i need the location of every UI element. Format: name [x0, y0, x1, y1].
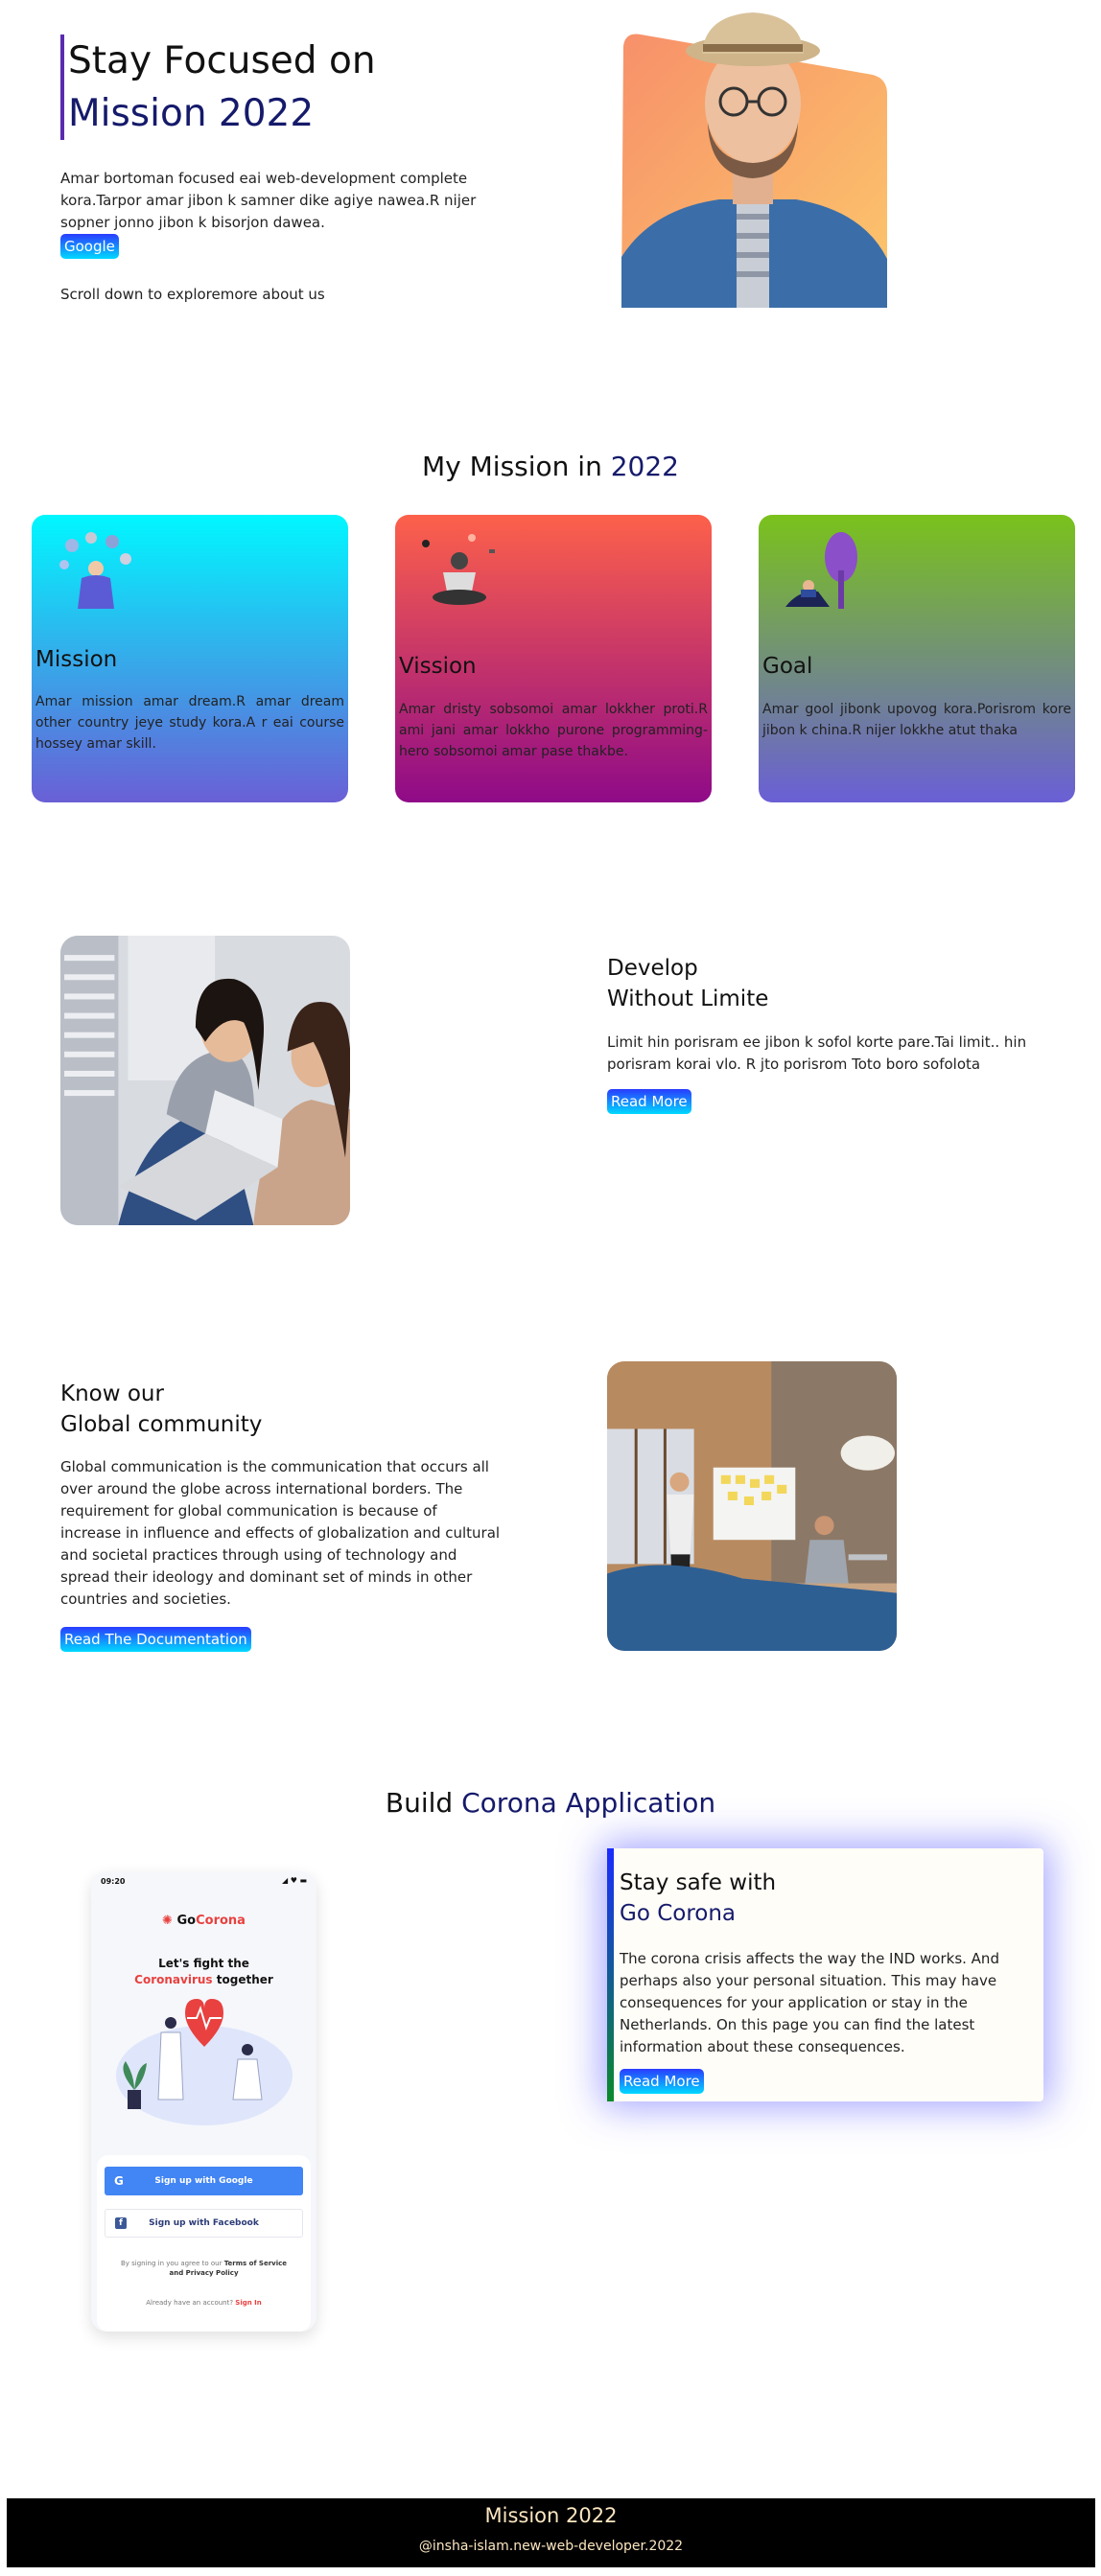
phone-headline-red: Coronavirus	[134, 1973, 213, 1986]
page: Stay Focused on Mission 2022 Amar bortom…	[0, 0, 1101, 2576]
reading-person-illustration	[785, 532, 857, 609]
footer: Mission 2022 @insha-islam.new-web-develo…	[7, 2498, 1095, 2567]
account-text: Already have an account?	[146, 2299, 236, 2307]
corona-heading-text: Build	[385, 1787, 462, 1819]
develop-text: Limit hin porisram ee jibon k sofol kort…	[607, 1033, 1027, 1073]
facebook-signup-button[interactable]: f Sign up with Facebook	[105, 2209, 303, 2238]
google-icon: G	[114, 2174, 124, 2188]
facebook-icon: f	[115, 2217, 127, 2229]
vision-card-text: Amar dristy sobsomoi amar lokkher proti.…	[399, 702, 708, 759]
gocorona-logo: ✺ GoCorona	[91, 1914, 316, 1928]
mission-card: Mission Amar mission amar dream.R amar d…	[32, 515, 348, 802]
sign-in-link[interactable]: Sign In	[235, 2299, 261, 2307]
goal-card-title: Goal	[762, 654, 813, 679]
signup-panel: G Sign up with Google f Sign up with Fac…	[97, 2155, 311, 2332]
community-text: Global communication is the communicatio…	[60, 1458, 501, 1608]
google-button[interactable]: Google	[60, 234, 119, 259]
stay-safe-card: Stay safe with Go Corona The corona cris…	[607, 1848, 1043, 2101]
mission-heading-text: My Mission in	[422, 451, 611, 482]
sign-in-row: Already have an account? Sign In	[97, 2299, 311, 2307]
develop-title: Develop Without Limite	[607, 953, 768, 1014]
corona-heading-accent: Corona Application	[461, 1787, 716, 1819]
stay-safe-read-more-button[interactable]: Read More	[620, 2069, 704, 2094]
laptop-women-photo	[60, 936, 350, 1225]
google-signup-label: Sign up with Google	[154, 2176, 253, 2186]
stay-safe-title-line1: Stay safe with	[620, 1870, 777, 1895]
community-title: Know our Global community	[60, 1379, 262, 1440]
footer-title: Mission 2022	[484, 2504, 618, 2527]
mission-heading-year: 2022	[610, 451, 679, 482]
develop-title-line2: Without Limite	[607, 986, 769, 1011]
hero-portrait-image	[621, 12, 887, 308]
card-accent-bar	[607, 1848, 614, 2101]
status-icons: ◢ ♥ ▬	[282, 1876, 307, 1885]
hero-description: Amar bortoman focused eai web-developmen…	[60, 170, 477, 231]
brand-corona: Corona	[196, 1914, 246, 1928]
stay-safe-text: The corona crisis affects the way the IN…	[620, 1950, 999, 2055]
gocorona-phone-mockup: 09:20 ◢ ♥ ▬ ✺ GoCorona Let's fight the C…	[91, 1871, 316, 2332]
develop-title-line1: Develop	[607, 956, 698, 981]
terms-text: By signing in you agree to our Terms of …	[116, 2259, 292, 2278]
mission-card-title: Mission	[35, 647, 118, 672]
corona-heading: Build Corona Application	[0, 1787, 1101, 1819]
terms-text-start: By signing in you agree to our	[120, 2260, 224, 2267]
team-meeting-photo	[607, 1361, 897, 1651]
google-signup-button[interactable]: G Sign up with Google	[105, 2167, 303, 2195]
phone-headline: Let's fight the Coronavirus together	[91, 1956, 316, 1988]
brand-go: Go	[176, 1914, 197, 1928]
community-title-line2: Global community	[60, 1412, 263, 1437]
mission-card-text: Amar mission amar dream.R amar dream oth…	[35, 694, 344, 752]
phone-headline-line1: Let's fight the	[158, 1957, 249, 1970]
footer-credit: @insha-islam.new-web-developer.2022	[418, 2539, 684, 2554]
vision-card: Vission Amar dristy sobsomoi amar lokkhe…	[395, 515, 712, 802]
hero-title: Stay Focused on Mission 2022	[60, 35, 376, 140]
stay-safe-title: Stay safe with Go Corona	[620, 1868, 776, 1929]
goal-card-text: Amar gool jibonk upovog kora.Porisrom ko…	[762, 702, 1071, 738]
vision-card-title: Vission	[399, 654, 477, 679]
read-documentation-button[interactable]: Read The Documentation	[60, 1627, 251, 1652]
community-title-line1: Know our	[60, 1381, 164, 1406]
develop-read-more-button[interactable]: Read More	[607, 1089, 691, 1114]
facebook-signup-label: Sign up with Facebook	[149, 2218, 259, 2228]
doctors-heart-illustration	[116, 1999, 293, 2125]
hero-title-line1: Stay Focused on	[68, 39, 376, 82]
goal-card: Goal Amar gool jibonk upovog kora.Porisr…	[759, 515, 1075, 802]
status-time: 09:20	[101, 1877, 126, 1886]
meditating-person-illustration	[422, 534, 495, 605]
hero-title-line2: Mission 2022	[68, 92, 315, 135]
mission-heading: My Mission in 2022	[0, 451, 1101, 482]
juggling-person-illustration	[59, 532, 131, 609]
stay-safe-title-line2: Go Corona	[620, 1901, 737, 1926]
scroll-hint: Scroll down to exploremore about us	[60, 286, 325, 303]
phone-headline-rest: together	[212, 1973, 273, 1986]
virus-icon: ✺	[162, 1914, 173, 1928]
